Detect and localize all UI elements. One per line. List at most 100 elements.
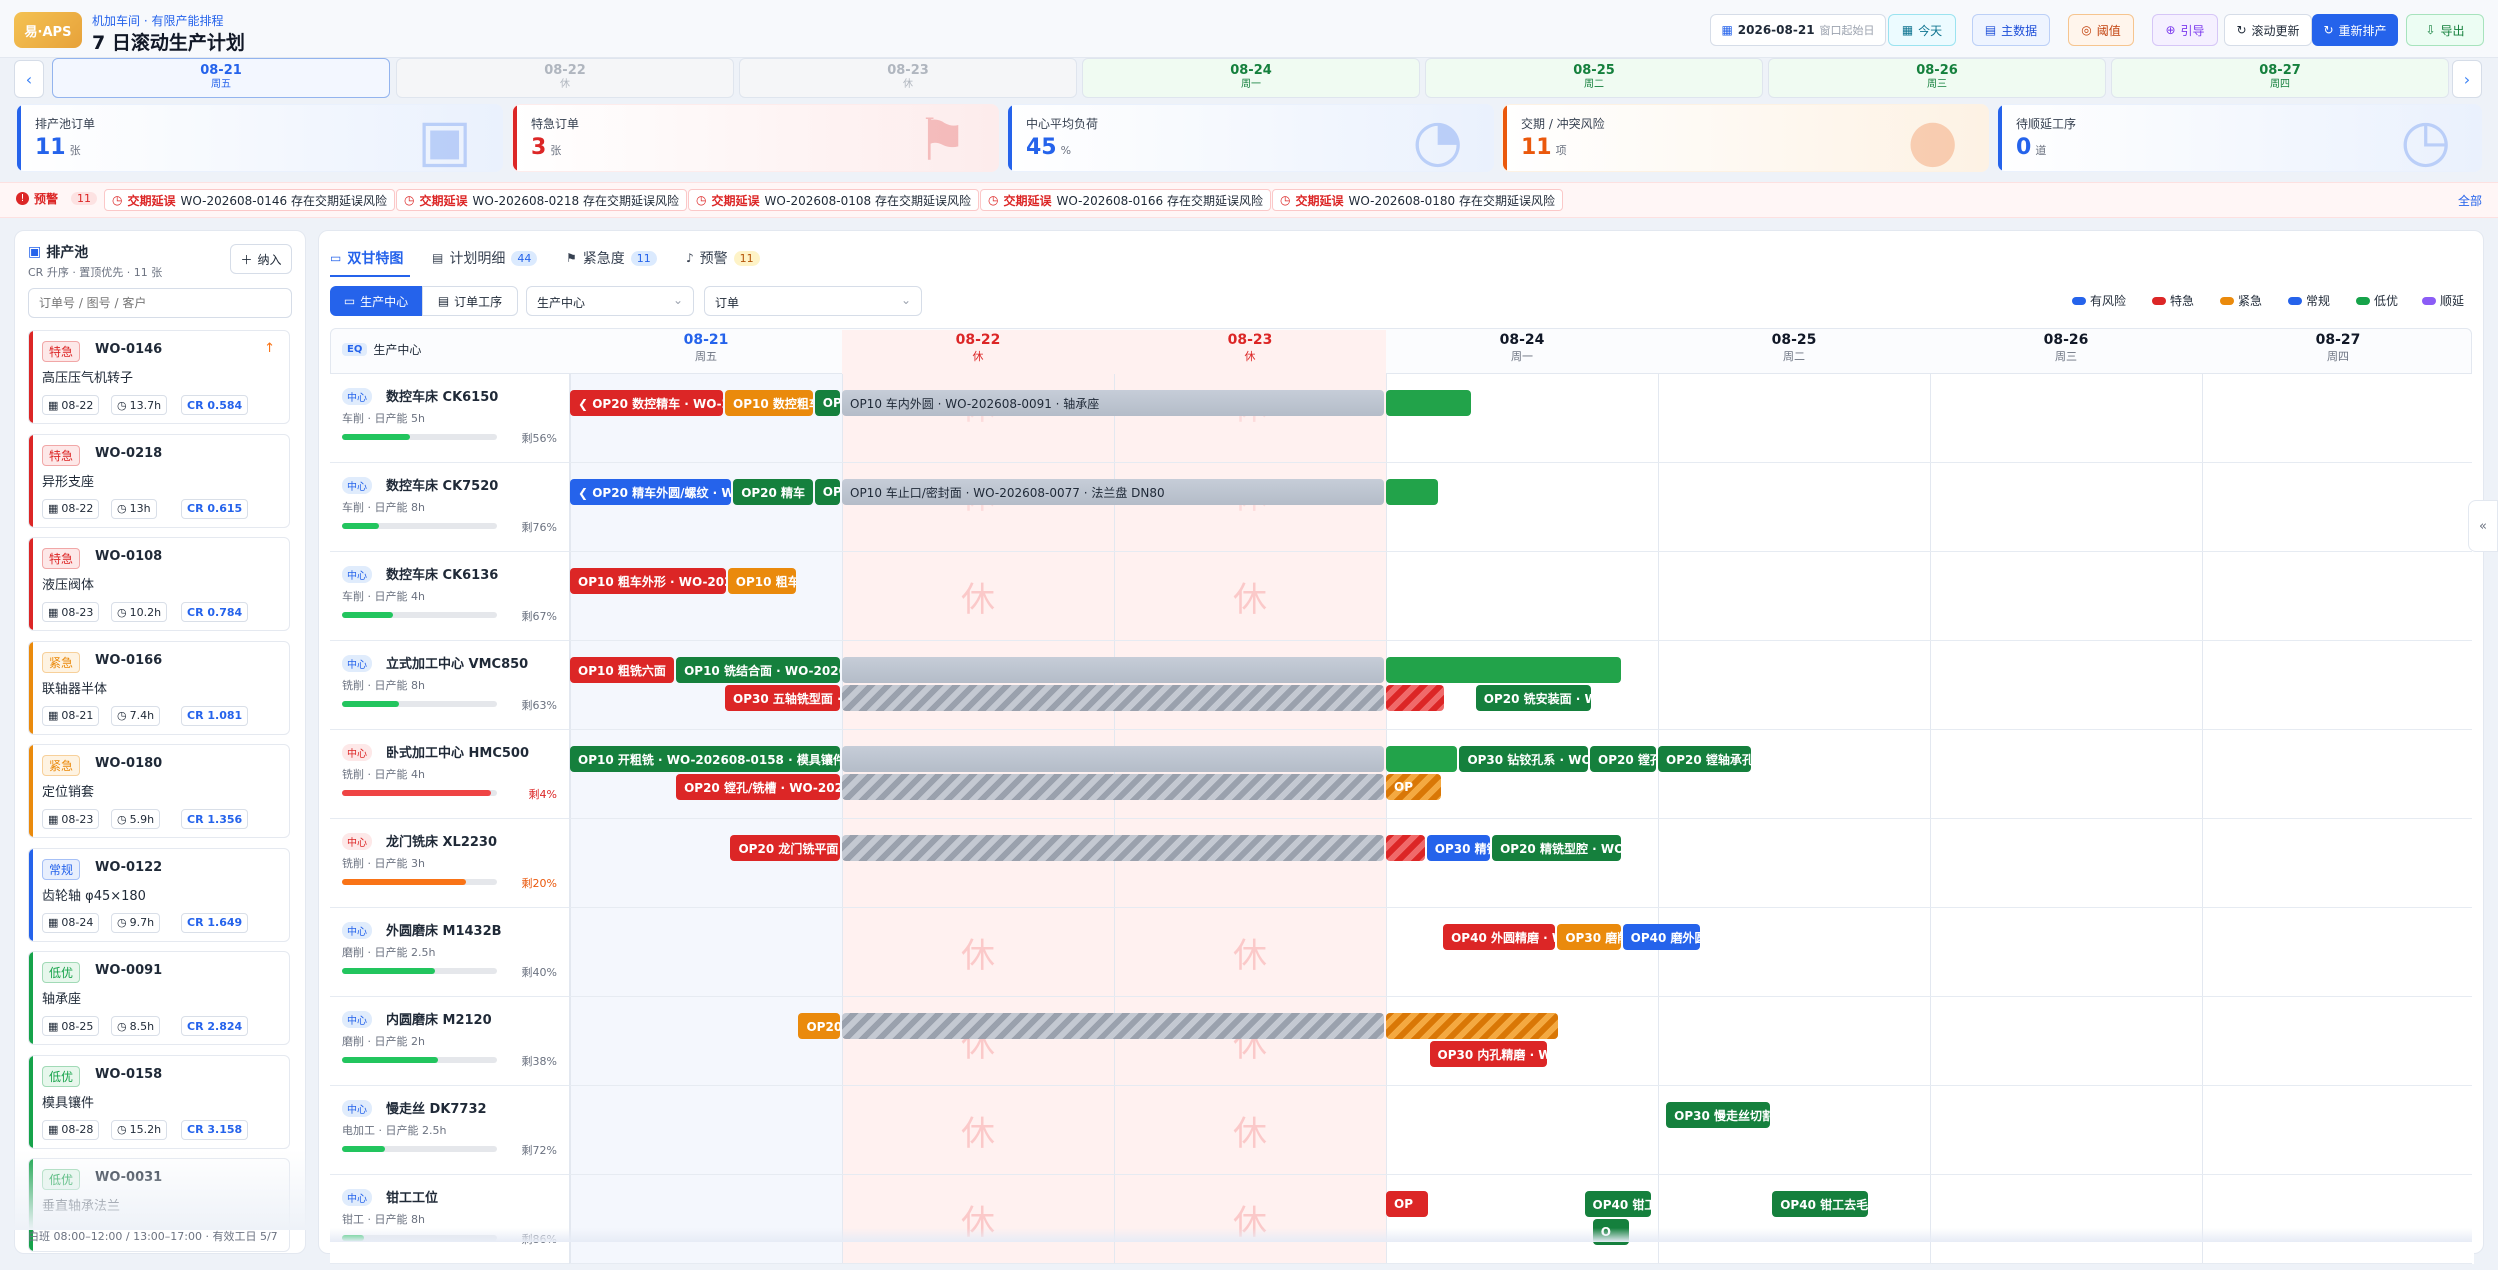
gantt-operation-bar[interactable]: OP20 镗孔 bbox=[1590, 746, 1656, 772]
resource-cell[interactable]: 中心 立式加工中心 VMC850 铣削 · 日产能 8h 剩63% bbox=[330, 641, 570, 730]
day-tab-08-22[interactable]: 08-22 休 bbox=[396, 58, 734, 98]
resource-cell[interactable]: 中心 内圆磨床 M2120 磨削 · 日产能 2h 剩38% bbox=[330, 997, 570, 1086]
toggle-center-button[interactable]: ▭ 生产中心 bbox=[330, 286, 422, 316]
gantt-operation-bar[interactable]: OP40 钳工 bbox=[1584, 1191, 1651, 1217]
gantt-operation-bar[interactable]: OP40 外圆精磨 · WO-202608-0146 bbox=[1443, 924, 1556, 950]
gantt-operation-bar[interactable]: OP bbox=[1386, 1191, 1428, 1217]
date-picker-button[interactable]: ▦ 2026-08-21 窗口起始日 bbox=[1710, 14, 1886, 46]
warning-tag[interactable]: ◷ 交期延误 WO-202608-0180 存在交期延误风险 bbox=[1272, 189, 1563, 211]
gantt-operation-bar[interactable] bbox=[842, 835, 1384, 861]
resource-cell[interactable]: 中心 数控车床 CK7520 车削 · 日产能 8h 剩76% bbox=[330, 463, 570, 552]
day-tab-08-23[interactable]: 08-23 休 bbox=[739, 58, 1077, 98]
gantt-operation-bar[interactable] bbox=[1386, 390, 1472, 416]
day-tab-08-27[interactable]: 08-27 周四 bbox=[2111, 58, 2449, 98]
gantt-operation-bar[interactable] bbox=[1386, 657, 1621, 683]
day-tab-08-26[interactable]: 08-26 周三 bbox=[1768, 58, 2106, 98]
gantt-operation-bar[interactable] bbox=[842, 1013, 1384, 1039]
gantt-operation-bar[interactable] bbox=[1386, 479, 1439, 505]
gantt-operation-bar[interactable]: OP20 精铣型腔 · WO-202608-0158 bbox=[1492, 835, 1621, 861]
warning-tag[interactable]: ◷ 交期延误 WO-202608-0218 存在交期延误风险 bbox=[396, 189, 687, 211]
export-button[interactable]: ⇩ 导出 bbox=[2406, 14, 2484, 46]
gantt-operation-bar[interactable]: OP10 粗车 bbox=[727, 568, 797, 594]
master-data-button[interactable]: ▤ 主数据 bbox=[1972, 14, 2050, 46]
gantt-tab[interactable]: ▭ 双甘特图 bbox=[330, 248, 403, 268]
threshold-button[interactable]: ◎ 阈值 bbox=[2068, 14, 2134, 46]
warning-tag[interactable]: ◷ 交期延误 WO-202608-0166 存在交期延误风险 bbox=[980, 189, 1271, 211]
gantt-tab[interactable]: ♪ 预警 11 bbox=[686, 248, 760, 268]
gantt-operation-bar[interactable]: OP10 开粗铣 · WO-202608-0158 · 模具镶件 bbox=[570, 746, 840, 772]
gantt-operation-bar[interactable]: OP10 铣结合面 · WO-202608-0044 · 泵盖 bbox=[676, 657, 840, 683]
pool-card[interactable]: 常规 WO-0122 齿轮轴 φ45×180 ▦ 08-24 ◷ 9.7h CR 1.649 bbox=[28, 847, 290, 942]
reschedule-button[interactable]: ↻ 重新排产 bbox=[2312, 14, 2398, 46]
warning-tag[interactable]: ◷ 交期延误 WO-202608-0108 存在交期延误风险 bbox=[688, 189, 979, 211]
toggle-order-button[interactable]: ▤ 订单工序 bbox=[422, 286, 518, 316]
gantt-operation-bar[interactable]: OP10 车止口/密封面 · WO-202608-0077 · 法兰盘 DN80 bbox=[842, 479, 1384, 505]
pool-search-input[interactable] bbox=[28, 288, 292, 318]
clock-icon: ◷ bbox=[117, 605, 127, 619]
gantt-operation-bar[interactable]: OP30 精铣 bbox=[1426, 835, 1491, 861]
day-tab-08-21[interactable]: 08-21 周五 bbox=[52, 58, 390, 98]
gantt-operation-bar[interactable]: OP30 磨削 bbox=[1557, 924, 1621, 950]
pin-top-icon[interactable]: ↑ bbox=[264, 341, 275, 356]
gantt-operation-bar[interactable] bbox=[1386, 835, 1425, 861]
gantt-operation-bar[interactable]: OP30 慢走丝切割 bbox=[1666, 1102, 1771, 1128]
gantt-tab[interactable]: ⚑ 紧急度 11 bbox=[566, 248, 657, 268]
gantt-operation-bar[interactable]: OP10 数控粗车 bbox=[725, 390, 813, 416]
gantt-tab[interactable]: ▤ 计划明细 44 bbox=[432, 248, 538, 268]
resource-cell[interactable]: 中心 外圆磨床 M1432B 磨削 · 日产能 2.5h 剩40% bbox=[330, 908, 570, 997]
resource-cell[interactable]: 中心钳工工位钳工 · 日产能 8h剩86% bbox=[330, 1175, 570, 1264]
pool-card[interactable]: 紧急 WO-0180 定位销套 ▦ 08-23 ◷ 5.9h CR 1.356 bbox=[28, 744, 290, 838]
gantt-operation-bar[interactable]: OP10 粗车外形 · WO-202608-0108 bbox=[570, 568, 726, 594]
pool-card[interactable]: 特急 WO-0108 液压阀体 ▦ 08-23 ◷ 10.2h CR 0.784 bbox=[28, 537, 290, 631]
gantt-operation-bar[interactable] bbox=[1386, 746, 1458, 772]
resource-cell[interactable]: 中心 数控车床 CK6150 车削 · 日产能 5h 剩56% bbox=[330, 374, 570, 463]
gantt-operation-bar[interactable]: OP10 车内外圆 · WO-202608-0091 · 轴承座 bbox=[842, 390, 1384, 416]
pool-card[interactable]: 紧急 WO-0166 联轴器半体 ▦ 08-21 ◷ 7.4h CR 1.081 bbox=[28, 640, 290, 735]
gantt-operation-bar[interactable]: OP30 钻铰孔系 · WO-202608-0158 bbox=[1459, 746, 1588, 772]
collapse-side-button[interactable]: « bbox=[2468, 500, 2498, 552]
rolling-update-button[interactable]: ↻ 滚动更新 bbox=[2224, 14, 2312, 46]
gantt-operation-bar[interactable]: OP bbox=[1386, 774, 1442, 800]
today-button[interactable]: ▦ 今天 bbox=[1888, 14, 1956, 46]
gantt-operation-bar[interactable]: OP bbox=[814, 390, 840, 416]
center-select[interactable]: 生产中心 ⌄ bbox=[526, 286, 694, 316]
resource-cell[interactable]: 中心 数控车床 CK6136 车削 · 日产能 4h 剩67% bbox=[330, 552, 570, 641]
gantt-operation-bar[interactable]: OP20 镗孔/铣槽 · WO-202608-0108 · 液压阀体 bbox=[676, 774, 840, 800]
order-select[interactable]: 订单 ⌄ bbox=[704, 286, 922, 316]
gantt-operation-bar[interactable]: OP40 钳工去毛刺 bbox=[1772, 1191, 1869, 1217]
gantt-operation-bar[interactable]: ❮ OP20 精车外圆/螺纹 · WO-202608-0122 bbox=[570, 479, 732, 505]
add-to-pool-button[interactable]: ＋纳入 bbox=[230, 244, 292, 274]
gantt-operation-bar[interactable]: OP bbox=[814, 479, 840, 505]
gantt-operation-bar[interactable] bbox=[842, 746, 1384, 772]
gantt-operation-bar[interactable]: OP30 内孔精磨 · WO-202608-0108 bbox=[1429, 1041, 1548, 1067]
pool-card[interactable]: 低优 WO-0091 轴承座 ▦ 08-25 ◷ 8.5h CR 2.824 bbox=[28, 951, 290, 1045]
day-tab-08-25[interactable]: 08-25 周二 bbox=[1425, 58, 1763, 98]
day-tab-08-24[interactable]: 08-24 周一 bbox=[1082, 58, 1420, 98]
gantt-operation-bar[interactable] bbox=[1386, 1013, 1559, 1039]
resource-cell[interactable]: 中心 龙门铣床 XL2230 铣削 · 日产能 3h 剩20% bbox=[330, 819, 570, 908]
gantt-operation-bar[interactable]: OP20 镗轴承孔 bbox=[1658, 746, 1752, 772]
warning-tag[interactable]: ◷ 交期延误 WO-202608-0146 存在交期延误风险 bbox=[104, 189, 395, 211]
gantt-operation-bar[interactable]: OP10 粗铣六面 bbox=[570, 657, 675, 683]
prev-day-button[interactable]: ‹ bbox=[14, 60, 44, 98]
breadcrumb[interactable]: 机加车间 · 有限产能排程 bbox=[92, 12, 223, 29]
gantt-operation-bar[interactable]: OP20 精车 bbox=[733, 479, 813, 505]
gantt-operation-bar[interactable]: OP30 五轴铣型面 · WO-202608-0146 · 高压压气机转子 bbox=[725, 685, 840, 711]
pool-card[interactable]: 特急 WO-0218 异形支座 ▦ 08-22 ◷ 13h CR 0.615 bbox=[28, 433, 290, 528]
gantt-operation-bar[interactable]: OP40 磨外圆 bbox=[1622, 924, 1700, 950]
gantt-operation-bar[interactable] bbox=[842, 685, 1384, 711]
gantt-operation-bar[interactable] bbox=[1386, 685, 1444, 711]
gantt-operation-bar[interactable]: OP20 龙门铣平面 · WO-202608-0218 · 异形支座 bbox=[730, 835, 840, 861]
resource-cell[interactable]: 中心 卧式加工中心 HMC500 铣削 · 日产能 4h 剩4% bbox=[330, 730, 570, 819]
guide-button[interactable]: ⊕ 引导 bbox=[2152, 14, 2218, 46]
next-day-button[interactable]: › bbox=[2452, 60, 2482, 98]
warnings-all-link[interactable]: 全部 bbox=[2458, 192, 2482, 209]
resource-cell[interactable]: 中心 慢走丝 DK7732 电加工 · 日产能 2.5h 剩72% bbox=[330, 1086, 570, 1175]
gantt-operation-bar[interactable] bbox=[842, 657, 1384, 683]
pool-card[interactable]: 特急 WO-0146 高压压气机转子 ↑ ▦ 08-22 ◷ 13.7h CR 0.584 bbox=[28, 330, 290, 424]
gantt-operation-bar[interactable]: ❮ OP20 数控精车 · WO-202608-0146 bbox=[570, 390, 724, 416]
gantt-operation-bar[interactable]: OP20 铣安装面 · WO-202608-0091 bbox=[1475, 685, 1591, 711]
pool-card[interactable]: 低优 WO-0158 模具镶件 ▦ 08-28 ◷ 15.2h CR 3.158 bbox=[28, 1054, 290, 1149]
gantt-operation-bar[interactable]: OP20 内孔磨 · WO-202608-0180 · 定位销套 bbox=[798, 1013, 840, 1039]
gantt-operation-bar[interactable] bbox=[842, 774, 1384, 800]
